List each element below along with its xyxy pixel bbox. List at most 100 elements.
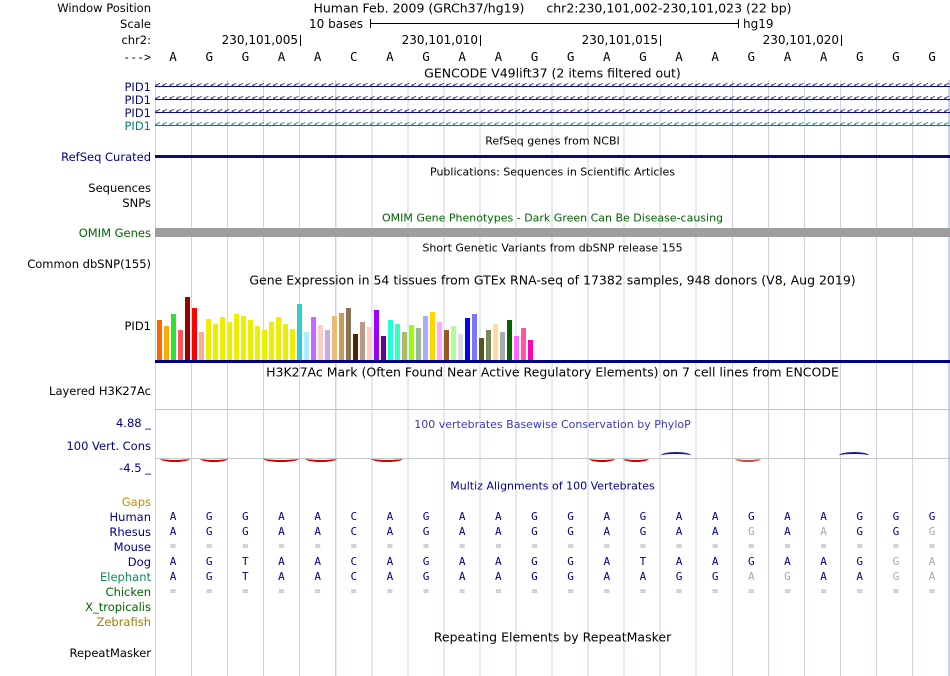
gtex-bar xyxy=(206,319,211,360)
alignment-base: G xyxy=(892,525,900,538)
alignment-base: A xyxy=(314,555,321,568)
species-label[interactable]: Zebrafish xyxy=(0,614,155,629)
phylop-wiggle-area xyxy=(155,426,950,478)
multiz-title-row: Multiz Alignments of 100 Vertebrates xyxy=(0,478,950,494)
gtex-bar xyxy=(493,324,498,360)
refseq-track-title[interactable]: RefSeq genes from NCBI xyxy=(155,135,950,148)
alignment-base: = xyxy=(929,586,936,597)
transcript-item-label[interactable]: PID1 xyxy=(0,106,155,119)
alignment-base xyxy=(336,494,372,509)
species-alignment-cells xyxy=(155,494,950,509)
alignment-base: T xyxy=(242,555,249,568)
species-label[interactable]: X_tropicalis xyxy=(0,599,155,614)
alignment-base: G xyxy=(205,525,213,538)
alignment-base: G xyxy=(892,510,900,523)
gtex-bar xyxy=(451,326,456,360)
omim-genes-label[interactable]: OMIM Genes xyxy=(0,226,155,240)
omim-track-title[interactable]: OMIM Gene Phenotypes - Dark Green Can Be… xyxy=(155,212,950,225)
sequences-label[interactable]: Sequences xyxy=(0,180,155,195)
dbsnp-title-row: Short Genetic Variants from dbSNP releas… xyxy=(0,240,950,256)
repeatmasker-track-title[interactable]: Repeating Elements by RepeatMasker xyxy=(155,630,950,645)
alignment-base xyxy=(661,494,697,509)
gtex-bar xyxy=(304,332,309,360)
alignment-base xyxy=(625,494,661,509)
alignment-base xyxy=(878,599,914,614)
alignment-base: = xyxy=(459,586,466,597)
alignment-base: A xyxy=(711,555,719,568)
alignment-base xyxy=(914,614,950,629)
alignment-base xyxy=(516,494,552,509)
gtex-bar xyxy=(220,317,225,360)
omim-track: OMIM Genes xyxy=(0,226,950,240)
alignment-base: C xyxy=(350,510,358,523)
dbsnp-track-title[interactable]: Short Genetic Variants from dbSNP releas… xyxy=(155,242,950,255)
alignment-base: A xyxy=(928,570,936,583)
publications-title-row: Publications: Sequences in Scientific Ar… xyxy=(0,164,950,180)
alignment-base: = xyxy=(278,541,285,552)
alignment-base: = xyxy=(242,586,249,597)
alignment-base: = xyxy=(892,541,899,552)
alignment-base xyxy=(697,614,733,629)
alignment-base: A xyxy=(495,510,502,523)
alignment-base: = xyxy=(856,541,863,552)
alignment-base xyxy=(553,599,589,614)
species-label[interactable]: Human xyxy=(0,509,155,524)
transcript-item-label[interactable]: PID1 xyxy=(0,93,155,106)
gencode-track-title[interactable]: GENCODE V49lift37 (2 items filtered out) xyxy=(155,65,950,80)
species-label[interactable]: Rhesus xyxy=(0,524,155,539)
alignment-base xyxy=(191,614,227,629)
refseq-curated-label[interactable]: RefSeq Curated xyxy=(0,150,155,164)
alignment-base: = xyxy=(459,541,466,552)
h3k27ac-track: Layered H3K27Ac xyxy=(0,380,950,410)
alignment-base: = xyxy=(567,541,574,552)
species-label[interactable]: Gaps xyxy=(0,494,155,509)
alignment-base xyxy=(914,599,950,614)
species-label[interactable]: Dog xyxy=(0,554,155,569)
base-letter: A xyxy=(494,49,503,64)
phylop-mark xyxy=(371,455,403,462)
alignment-base: A xyxy=(820,525,827,538)
gtex-gene-label[interactable]: PID1 xyxy=(0,289,155,363)
dbsnp-track: Common dbSNP(155) xyxy=(0,256,950,271)
alignment-base: A xyxy=(675,525,683,538)
h3k27ac-label[interactable]: Layered H3K27Ac xyxy=(0,380,155,410)
coordinate-ruler: 230,101,005 230,101,010 230,101,015 230,101… xyxy=(155,32,950,48)
base-letter: G xyxy=(422,49,430,64)
alignment-base: = xyxy=(206,586,213,597)
base-letter: G xyxy=(205,49,213,64)
gtex-bar xyxy=(213,324,218,360)
repeatmasker-label[interactable]: RepeatMasker xyxy=(0,645,155,660)
alignment-base: G xyxy=(856,510,864,523)
alignment-base: A xyxy=(278,570,285,583)
gtex-track-title[interactable]: Gene Expression in 54 tissues from GTEx … xyxy=(155,273,950,288)
alignment-base: A xyxy=(603,525,611,538)
gtex-bar xyxy=(346,308,351,360)
alignment-base: G xyxy=(242,510,249,523)
alignment-base xyxy=(191,599,227,614)
species-label[interactable]: Chicken xyxy=(0,584,155,599)
dbsnp-label[interactable]: Common dbSNP(155) xyxy=(0,256,155,271)
alignment-base: G xyxy=(531,570,538,583)
snps-label[interactable]: SNPs xyxy=(0,195,155,210)
h3k27ac-track-title[interactable]: H3K27Ac Mark (Often Found Near Active Re… xyxy=(155,364,950,379)
scale-value: 10 bases xyxy=(309,17,363,31)
alignment-base: G xyxy=(422,555,430,568)
alignment-base xyxy=(372,614,408,629)
species-alignment-cells: = = = = = = = = = = = = = = = = = = = = = = xyxy=(155,584,950,599)
transcript-item-label[interactable]: PID1 xyxy=(0,119,155,132)
repeatmasker-title-row: Repeating Elements by RepeatMasker xyxy=(0,629,950,645)
phylop-label[interactable]: 100 Vert. Cons xyxy=(66,439,151,453)
base-letter: C xyxy=(350,49,358,64)
multiz-track-title[interactable]: Multiz Alignments of 100 Vertebrates xyxy=(155,480,950,493)
transcript-item-label[interactable]: PID1 xyxy=(0,80,155,93)
gtex-bar xyxy=(395,324,400,360)
species-label[interactable]: Elephant xyxy=(0,569,155,584)
alignment-base: = xyxy=(820,586,827,597)
alignment-base: G xyxy=(928,525,936,538)
gtex-bar xyxy=(339,313,344,360)
alignment-base: = xyxy=(567,586,574,597)
publications-track-title[interactable]: Publications: Sequences in Scientific Ar… xyxy=(155,166,950,179)
alignment-base xyxy=(155,599,191,614)
species-label[interactable]: Mouse xyxy=(0,539,155,554)
alignment-base: G xyxy=(892,570,900,583)
